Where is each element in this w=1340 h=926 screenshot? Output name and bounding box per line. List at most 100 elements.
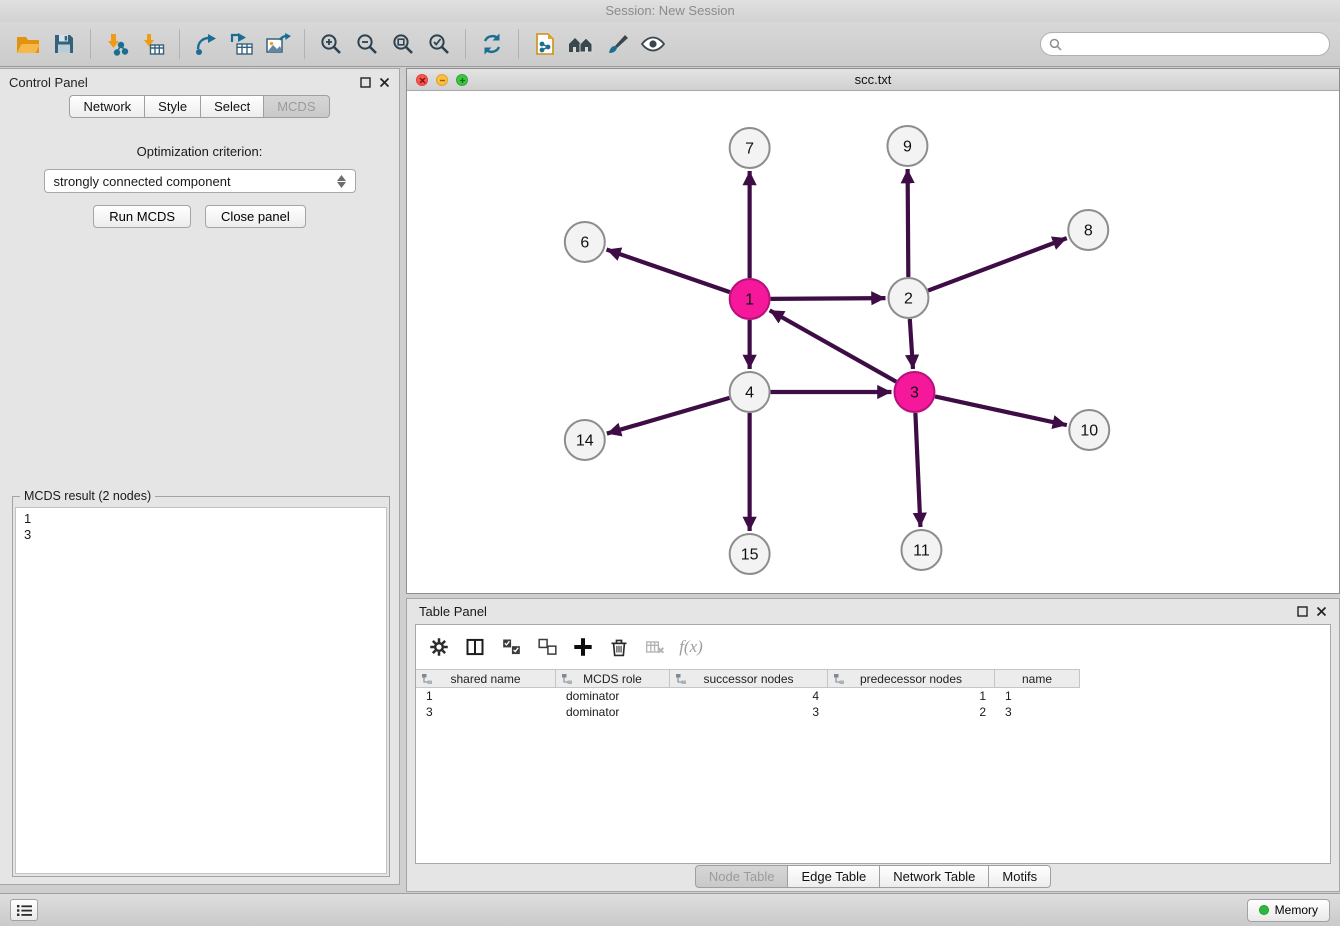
show-columns-button[interactable] <box>460 632 490 662</box>
table-cell[interactable]: dominator <box>556 704 670 720</box>
graph-node-3[interactable]: 3 <box>894 372 934 412</box>
close-window-icon[interactable] <box>416 74 428 86</box>
apply-style-button[interactable] <box>599 26 635 62</box>
import-network-button[interactable] <box>99 26 135 62</box>
graph-node-14[interactable]: 14 <box>565 420 605 460</box>
table-cell[interactable]: 3 <box>416 704 556 720</box>
graph-edge-4-14[interactable] <box>607 398 730 434</box>
graph-node-9[interactable]: 9 <box>887 126 927 166</box>
zoom-window-icon[interactable] <box>456 74 468 86</box>
table-cell[interactable]: dominator <box>556 688 670 704</box>
import-table-icon <box>141 32 165 56</box>
graph-node-2[interactable]: 2 <box>888 278 928 318</box>
show-panels-button[interactable] <box>10 899 38 921</box>
column-header-successor-nodes[interactable]: successor nodes <box>670 670 828 687</box>
eye-icon <box>640 32 666 56</box>
toolbar-separator <box>304 29 305 59</box>
graph-edge-1-2[interactable] <box>771 298 886 299</box>
graph-node-10[interactable]: 10 <box>1069 410 1109 450</box>
table-cell[interactable]: 4 <box>670 688 828 704</box>
close-panel-icon[interactable] <box>1316 606 1327 617</box>
mcds-result-group: MCDS result (2 nodes) 13 <box>12 496 390 877</box>
graph-edge-3-10[interactable] <box>935 396 1067 425</box>
graph-node-1[interactable]: 1 <box>730 279 770 319</box>
network-window-title: scc.txt <box>855 72 892 87</box>
column-header-name[interactable]: name <box>995 670 1079 687</box>
delete-row-button[interactable] <box>604 632 634 662</box>
network-graph[interactable]: 7 9 6 8 1 2 4 3 14 10 15 11 <box>407 91 1339 592</box>
table-cell[interactable]: 2 <box>828 704 995 720</box>
memory-button[interactable]: Memory <box>1247 899 1330 922</box>
close-panel-button[interactable]: Close panel <box>205 205 306 228</box>
select-all-button[interactable] <box>496 632 526 662</box>
graph-edge-2-8[interactable] <box>928 238 1067 290</box>
tab-motifs[interactable]: Motifs <box>989 865 1051 888</box>
column-header-shared-name[interactable]: shared name <box>416 670 556 687</box>
import-table-button[interactable] <box>135 26 171 62</box>
graph-edge-3-1[interactable] <box>770 310 897 381</box>
minimize-window-icon[interactable] <box>436 74 448 86</box>
toolbar-separator <box>179 29 180 59</box>
search-input[interactable] <box>1067 37 1321 51</box>
criterion-dropdown[interactable]: strongly connected component <box>44 169 356 193</box>
graph-edge-3-11[interactable] <box>915 413 920 527</box>
refresh-view-button[interactable] <box>474 26 510 62</box>
export-image-button[interactable] <box>260 26 296 62</box>
table-cell[interactable]: 1 <box>828 688 995 704</box>
export-image-icon <box>265 32 291 56</box>
table-cell[interactable]: 1 <box>416 688 556 704</box>
table-cell[interactable]: 1 <box>995 688 1079 704</box>
graph-node-8[interactable]: 8 <box>1068 210 1108 250</box>
table-toolbar: f(x) <box>416 625 1330 669</box>
tab-node-table[interactable]: Node Table <box>695 865 789 888</box>
tab-select[interactable]: Select <box>201 95 264 118</box>
table-row[interactable]: 3dominator323 <box>416 704 1330 720</box>
column-tree-icon <box>421 673 433 685</box>
new-network-button[interactable] <box>188 26 224 62</box>
tab-style[interactable]: Style <box>145 95 201 118</box>
tab-edge-table[interactable]: Edge Table <box>788 865 880 888</box>
fx-label: f(x) <box>679 637 703 657</box>
graph-node-6[interactable]: 6 <box>565 222 605 262</box>
graph-node-4[interactable]: 4 <box>730 372 770 412</box>
graph-node-7[interactable]: 7 <box>730 128 770 168</box>
zoom-selected-button[interactable] <box>421 26 457 62</box>
add-row-button[interactable] <box>568 632 598 662</box>
network-from-document-button[interactable] <box>527 26 563 62</box>
zoom-out-button[interactable] <box>349 26 385 62</box>
svg-text:6: 6 <box>580 234 589 251</box>
save-session-button[interactable] <box>46 26 82 62</box>
function-builder-button[interactable]: f(x) <box>676 632 706 662</box>
tab-network-table[interactable]: Network Table <box>880 865 989 888</box>
graph-node-11[interactable]: 11 <box>901 530 941 570</box>
table-cell[interactable]: 3 <box>995 704 1079 720</box>
open-file-button[interactable] <box>10 26 46 62</box>
graph-edge-2-9[interactable] <box>908 169 909 277</box>
table-cell[interactable]: 3 <box>670 704 828 720</box>
control-panel: Control Panel NetworkStyleSelectMCDS Opt… <box>0 68 400 885</box>
tab-mcds[interactable]: MCDS <box>264 95 329 118</box>
table-row[interactable]: 1dominator411 <box>416 688 1330 704</box>
zoom-in-button[interactable] <box>313 26 349 62</box>
mcds-result-text: 13 <box>15 507 387 874</box>
column-header-MCDS-role[interactable]: MCDS role <box>556 670 670 687</box>
close-panel-icon[interactable] <box>379 77 390 88</box>
home-button[interactable] <box>563 26 599 62</box>
float-panel-icon[interactable] <box>1297 606 1308 617</box>
zoom-fit-button[interactable] <box>385 26 421 62</box>
float-panel-icon[interactable] <box>360 77 371 88</box>
delete-table-button[interactable] <box>640 632 670 662</box>
table-settings-button[interactable] <box>424 632 454 662</box>
run-mcds-button[interactable]: Run MCDS <box>93 205 191 228</box>
tab-network[interactable]: Network <box>69 95 145 118</box>
column-header-predecessor-nodes[interactable]: predecessor nodes <box>828 670 995 687</box>
search-box[interactable] <box>1040 32 1330 56</box>
graph-node-15[interactable]: 15 <box>730 534 770 574</box>
add-table-button[interactable] <box>224 26 260 62</box>
deselect-all-button[interactable] <box>532 632 562 662</box>
network-window-titlebar: scc.txt <box>407 69 1339 91</box>
graph-edge-1-6[interactable] <box>607 250 730 293</box>
home-icon <box>567 32 595 56</box>
show-hide-graphics-button[interactable] <box>635 26 671 62</box>
graph-edge-2-3[interactable] <box>910 319 913 369</box>
